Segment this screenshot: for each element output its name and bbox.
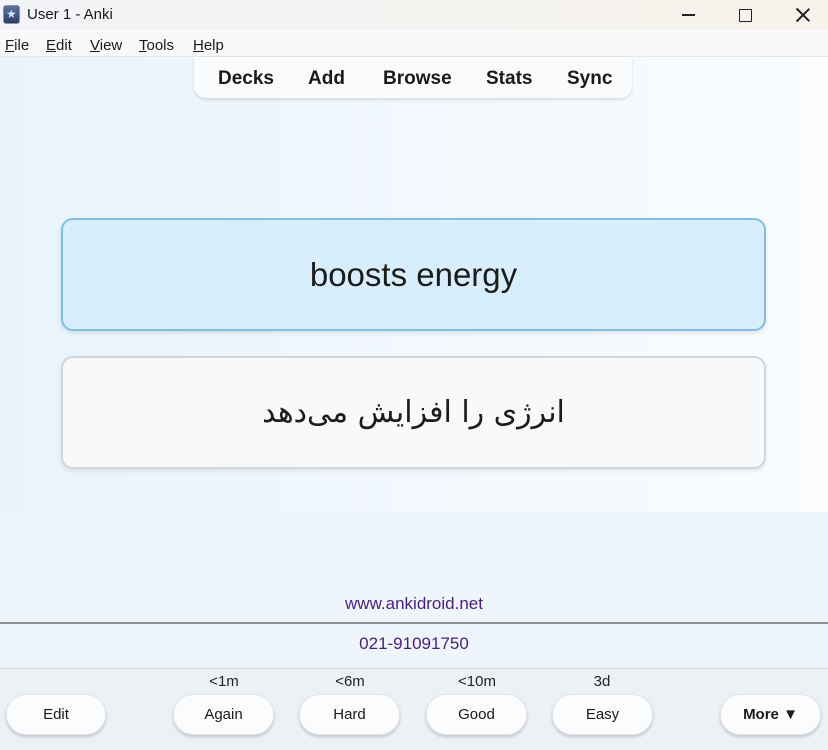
website-link[interactable]: www.ankidroid.net	[0, 594, 828, 614]
toolbar-sync-link[interactable]: Sync	[567, 68, 612, 90]
hard-interval: <6m	[335, 673, 365, 690]
top-toolbar: Decks Add Browse Stats Sync	[194, 57, 632, 98]
menu-file[interactable]: File	[5, 37, 29, 54]
easy-interval: 3d	[593, 673, 611, 690]
maximize-button[interactable]	[716, 0, 774, 30]
title-bar: User 1 - Anki	[0, 0, 828, 30]
maximize-icon	[738, 8, 752, 22]
again-button[interactable]: Again	[173, 694, 274, 735]
again-interval: <1m	[209, 673, 239, 690]
card-back: انرژی را افزایش می‌دهد	[61, 356, 766, 469]
toolbar-stats-link[interactable]: Stats	[486, 68, 532, 90]
anki-app-icon	[3, 5, 20, 24]
good-interval: <10m	[458, 673, 496, 690]
minimize-icon	[681, 14, 695, 16]
edit-button[interactable]: Edit	[6, 694, 106, 735]
footer-info: www.ankidroid.net 021-91091750	[0, 512, 828, 668]
card-front-text: boosts energy	[309, 255, 518, 293]
more-button[interactable]: More ▼	[720, 694, 821, 735]
window-title: User 1 - Anki	[27, 6, 113, 23]
toolbar-browse-link[interactable]: Browse	[383, 68, 452, 90]
review-area: Decks Add Browse Stats Sync boosts energ…	[0, 57, 828, 512]
close-button[interactable]	[774, 0, 828, 30]
footer-divider	[0, 622, 828, 624]
answer-bar: Edit <1m Again <6m Hard <10m Good 3d Eas…	[0, 668, 828, 750]
toolbar-add-link[interactable]: Add	[308, 68, 345, 90]
minimize-button[interactable]	[659, 0, 717, 30]
easy-button[interactable]: Easy	[552, 694, 653, 735]
menu-bar: File Edit View Tools Help	[0, 30, 828, 57]
menu-view[interactable]: View	[90, 37, 122, 54]
menu-tools[interactable]: Tools	[139, 37, 174, 54]
menu-edit[interactable]: Edit	[46, 37, 72, 54]
phone-number: 021-91091750	[359, 634, 469, 653]
menu-help[interactable]: Help	[193, 37, 224, 54]
good-button[interactable]: Good	[426, 694, 527, 735]
card-front: boosts energy	[61, 218, 766, 331]
close-icon	[796, 8, 810, 22]
toolbar-decks-link[interactable]: Decks	[218, 68, 274, 90]
card-back-text: انرژی را افزایش می‌دهد	[262, 395, 565, 430]
hard-button[interactable]: Hard	[299, 694, 400, 735]
